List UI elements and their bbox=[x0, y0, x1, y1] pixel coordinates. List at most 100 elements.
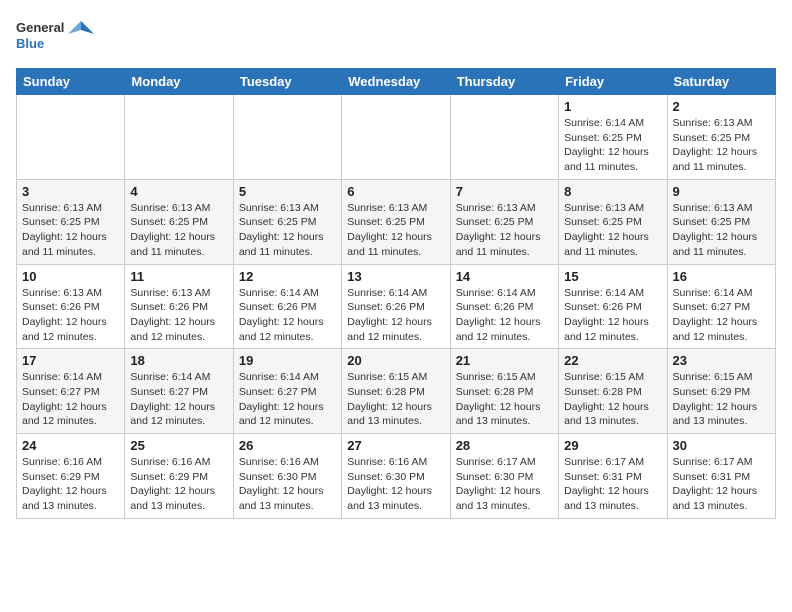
day-info: Sunrise: 6:13 AM Sunset: 6:25 PM Dayligh… bbox=[239, 201, 336, 260]
day-info: Sunrise: 6:14 AM Sunset: 6:26 PM Dayligh… bbox=[564, 286, 661, 345]
calendar-cell: 21 Sunrise: 6:15 AM Sunset: 6:28 PM Dayli… bbox=[450, 349, 558, 434]
day-info: Sunrise: 6:16 AM Sunset: 6:30 PM Dayligh… bbox=[347, 455, 444, 514]
page-header: General Blue bbox=[16, 16, 776, 56]
calendar-cell: 12Sunrise: 6:14 AM Sunset: 6:26 PM Dayli… bbox=[233, 264, 341, 349]
weekday-header: Sunday bbox=[17, 69, 125, 95]
day-info: Sunrise: 6:13 AM Sunset: 6:25 PM Dayligh… bbox=[130, 201, 227, 260]
svg-text:General: General bbox=[16, 20, 64, 35]
day-info: Sunrise: 6:16 AM Sunset: 6:30 PM Dayligh… bbox=[239, 455, 336, 514]
weekday-header: Saturday bbox=[667, 69, 775, 95]
calendar-cell: 22 Sunrise: 6:15 AM Sunset: 6:28 PM Dayli… bbox=[559, 349, 667, 434]
logo-svg: General Blue bbox=[16, 16, 96, 56]
calendar-cell: 25Sunrise: 6:16 AM Sunset: 6:29 PM Dayli… bbox=[125, 434, 233, 519]
day-number: 3 bbox=[22, 184, 119, 199]
day-number: 17 bbox=[22, 353, 119, 368]
calendar-body: 1 Sunrise: 6:14 AM Sunset: 6:25 PM Daylig… bbox=[17, 95, 776, 519]
calendar-week-row: 3 Sunrise: 6:13 AM Sunset: 6:25 PM Daylig… bbox=[17, 179, 776, 264]
day-number: 26 bbox=[239, 438, 336, 453]
day-info: Sunrise: 6:13 AM Sunset: 6:25 PM Dayligh… bbox=[564, 201, 661, 260]
day-info: Sunrise: 6:15 AM Sunset: 6:29 PM Dayligh… bbox=[673, 370, 770, 429]
day-info: Sunrise: 6:13 AM Sunset: 6:25 PM Dayligh… bbox=[456, 201, 553, 260]
svg-text:Blue: Blue bbox=[16, 36, 44, 51]
calendar: SundayMondayTuesdayWednesdayThursdayFrid… bbox=[16, 68, 776, 519]
calendar-header-row: SundayMondayTuesdayWednesdayThursdayFrid… bbox=[17, 69, 776, 95]
day-number: 14 bbox=[456, 269, 553, 284]
day-number: 1 bbox=[564, 99, 661, 114]
calendar-week-row: 10 Sunrise: 6:13 AM Sunset: 6:26 PM Dayli… bbox=[17, 264, 776, 349]
day-number: 21 bbox=[456, 353, 553, 368]
calendar-cell bbox=[450, 95, 558, 180]
day-number: 7 bbox=[456, 184, 553, 199]
day-number: 5 bbox=[239, 184, 336, 199]
calendar-cell: 4 Sunrise: 6:13 AM Sunset: 6:25 PM Daylig… bbox=[125, 179, 233, 264]
calendar-cell bbox=[342, 95, 450, 180]
day-number: 20 bbox=[347, 353, 444, 368]
calendar-cell: 14Sunrise: 6:14 AM Sunset: 6:26 PM Dayli… bbox=[450, 264, 558, 349]
calendar-cell: 17 Sunrise: 6:14 AM Sunset: 6:27 PM Dayli… bbox=[17, 349, 125, 434]
day-number: 8 bbox=[564, 184, 661, 199]
weekday-header: Friday bbox=[559, 69, 667, 95]
day-number: 28 bbox=[456, 438, 553, 453]
calendar-cell: 7 Sunrise: 6:13 AM Sunset: 6:25 PM Daylig… bbox=[450, 179, 558, 264]
calendar-cell: 13Sunrise: 6:14 AM Sunset: 6:26 PM Dayli… bbox=[342, 264, 450, 349]
day-number: 18 bbox=[130, 353, 227, 368]
calendar-cell bbox=[125, 95, 233, 180]
day-number: 22 bbox=[564, 353, 661, 368]
weekday-header: Wednesday bbox=[342, 69, 450, 95]
calendar-cell: 26 Sunrise: 6:16 AM Sunset: 6:30 PM Dayli… bbox=[233, 434, 341, 519]
day-number: 6 bbox=[347, 184, 444, 199]
calendar-cell: 10 Sunrise: 6:13 AM Sunset: 6:26 PM Dayli… bbox=[17, 264, 125, 349]
calendar-cell: 11 Sunrise: 6:13 AM Sunset: 6:26 PM Dayli… bbox=[125, 264, 233, 349]
day-number: 9 bbox=[673, 184, 770, 199]
day-number: 15 bbox=[564, 269, 661, 284]
calendar-cell: 6 Sunrise: 6:13 AM Sunset: 6:25 PM Daylig… bbox=[342, 179, 450, 264]
day-info: Sunrise: 6:13 AM Sunset: 6:25 PM Dayligh… bbox=[673, 116, 770, 175]
day-number: 4 bbox=[130, 184, 227, 199]
day-info: Sunrise: 6:17 AM Sunset: 6:30 PM Dayligh… bbox=[456, 455, 553, 514]
day-info: Sunrise: 6:14 AM Sunset: 6:25 PM Dayligh… bbox=[564, 116, 661, 175]
calendar-cell: 30 Sunrise: 6:17 AM Sunset: 6:31 PM Dayli… bbox=[667, 434, 775, 519]
day-info: Sunrise: 6:14 AM Sunset: 6:26 PM Dayligh… bbox=[347, 286, 444, 345]
calendar-cell: 5 Sunrise: 6:13 AM Sunset: 6:25 PM Daylig… bbox=[233, 179, 341, 264]
day-info: Sunrise: 6:14 AM Sunset: 6:27 PM Dayligh… bbox=[673, 286, 770, 345]
day-info: Sunrise: 6:13 AM Sunset: 6:26 PM Dayligh… bbox=[22, 286, 119, 345]
day-number: 23 bbox=[673, 353, 770, 368]
day-number: 10 bbox=[22, 269, 119, 284]
day-number: 25 bbox=[130, 438, 227, 453]
calendar-cell: 28 Sunrise: 6:17 AM Sunset: 6:30 PM Dayli… bbox=[450, 434, 558, 519]
day-info: Sunrise: 6:17 AM Sunset: 6:31 PM Dayligh… bbox=[564, 455, 661, 514]
calendar-week-row: 17 Sunrise: 6:14 AM Sunset: 6:27 PM Dayli… bbox=[17, 349, 776, 434]
calendar-week-row: 1 Sunrise: 6:14 AM Sunset: 6:25 PM Daylig… bbox=[17, 95, 776, 180]
calendar-cell: 23 Sunrise: 6:15 AM Sunset: 6:29 PM Dayli… bbox=[667, 349, 775, 434]
day-number: 19 bbox=[239, 353, 336, 368]
calendar-cell: 20 Sunrise: 6:15 AM Sunset: 6:28 PM Dayli… bbox=[342, 349, 450, 434]
day-number: 30 bbox=[673, 438, 770, 453]
calendar-cell: 1 Sunrise: 6:14 AM Sunset: 6:25 PM Daylig… bbox=[559, 95, 667, 180]
day-number: 24 bbox=[22, 438, 119, 453]
day-info: Sunrise: 6:13 AM Sunset: 6:25 PM Dayligh… bbox=[22, 201, 119, 260]
day-info: Sunrise: 6:14 AM Sunset: 6:27 PM Dayligh… bbox=[239, 370, 336, 429]
calendar-cell bbox=[17, 95, 125, 180]
day-info: Sunrise: 6:15 AM Sunset: 6:28 PM Dayligh… bbox=[347, 370, 444, 429]
calendar-cell: 29 Sunrise: 6:17 AM Sunset: 6:31 PM Dayli… bbox=[559, 434, 667, 519]
day-info: Sunrise: 6:13 AM Sunset: 6:25 PM Dayligh… bbox=[347, 201, 444, 260]
day-info: Sunrise: 6:14 AM Sunset: 6:27 PM Dayligh… bbox=[130, 370, 227, 429]
day-info: Sunrise: 6:17 AM Sunset: 6:31 PM Dayligh… bbox=[673, 455, 770, 514]
calendar-cell: 16 Sunrise: 6:14 AM Sunset: 6:27 PM Dayli… bbox=[667, 264, 775, 349]
calendar-cell: 2Sunrise: 6:13 AM Sunset: 6:25 PM Daylig… bbox=[667, 95, 775, 180]
day-number: 29 bbox=[564, 438, 661, 453]
calendar-cell: 24Sunrise: 6:16 AM Sunset: 6:29 PM Dayli… bbox=[17, 434, 125, 519]
day-number: 11 bbox=[130, 269, 227, 284]
day-info: Sunrise: 6:14 AM Sunset: 6:27 PM Dayligh… bbox=[22, 370, 119, 429]
calendar-cell: 19 Sunrise: 6:14 AM Sunset: 6:27 PM Dayli… bbox=[233, 349, 341, 434]
day-info: Sunrise: 6:15 AM Sunset: 6:28 PM Dayligh… bbox=[456, 370, 553, 429]
day-number: 12 bbox=[239, 269, 336, 284]
calendar-week-row: 24Sunrise: 6:16 AM Sunset: 6:29 PM Dayli… bbox=[17, 434, 776, 519]
day-number: 16 bbox=[673, 269, 770, 284]
calendar-cell bbox=[233, 95, 341, 180]
day-info: Sunrise: 6:15 AM Sunset: 6:28 PM Dayligh… bbox=[564, 370, 661, 429]
weekday-header: Thursday bbox=[450, 69, 558, 95]
day-number: 27 bbox=[347, 438, 444, 453]
calendar-cell: 3 Sunrise: 6:13 AM Sunset: 6:25 PM Daylig… bbox=[17, 179, 125, 264]
day-info: Sunrise: 6:13 AM Sunset: 6:26 PM Dayligh… bbox=[130, 286, 227, 345]
